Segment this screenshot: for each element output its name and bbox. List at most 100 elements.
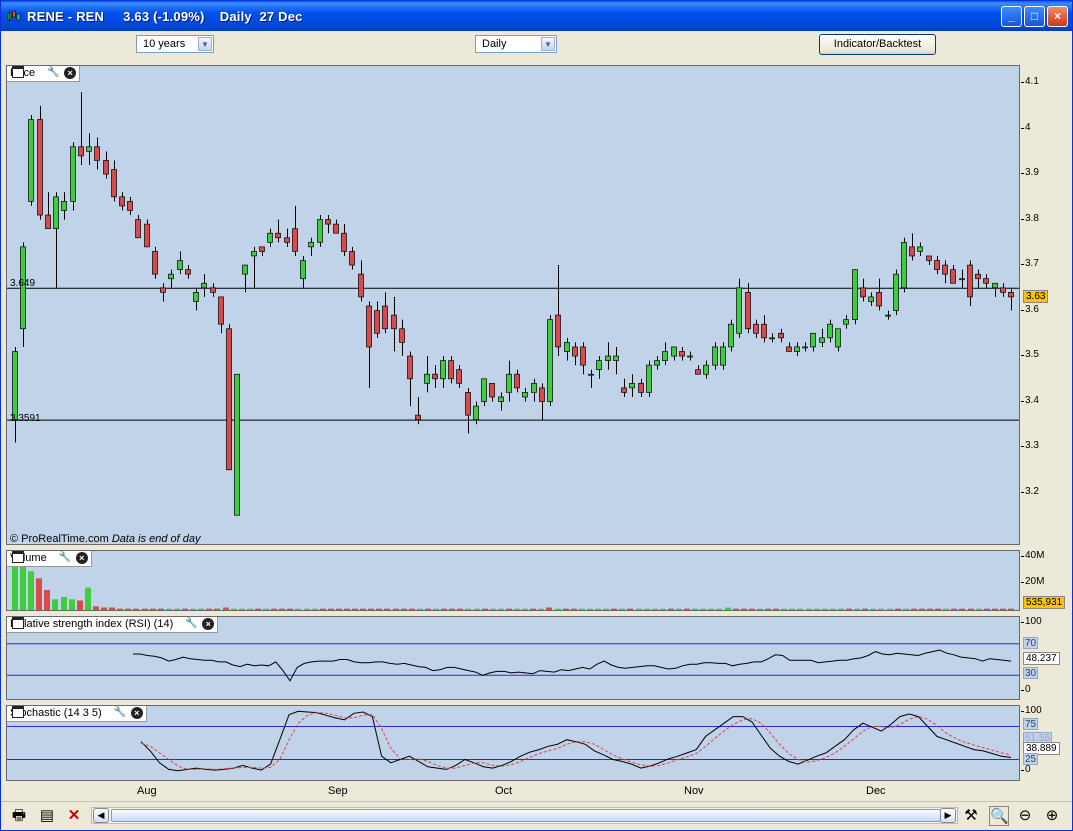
chevron-down-icon[interactable]: ▼ — [541, 37, 555, 51]
volume-bar — [951, 608, 957, 610]
volume-bar — [773, 608, 779, 610]
volume-pane[interactable]: Volume 🔧 × — [6, 550, 1020, 611]
scroll-right-button[interactable]: ▶ — [940, 808, 956, 823]
candle-body — [728, 323, 734, 348]
print-icon[interactable]: 🖶 — [9, 806, 29, 826]
zoom-icon[interactable]: 🔍 — [989, 806, 1009, 826]
close-icon[interactable]: × — [202, 618, 215, 630]
volume-bar — [352, 608, 358, 610]
candle-body — [588, 373, 594, 376]
candle-body — [424, 373, 430, 384]
volume-bar — [223, 607, 229, 610]
stochastic-pane[interactable]: Stochastic (14 3 5) 🔧 × — [6, 705, 1020, 781]
stochastic-tick: 100 — [1021, 705, 1042, 716]
minimize-button[interactable]: _ — [1001, 6, 1022, 27]
candle-body — [613, 355, 619, 361]
candle-body — [440, 360, 446, 380]
candle-body — [144, 223, 150, 248]
volume-bar — [684, 608, 690, 610]
horizontal-scrollbar[interactable]: ◀ ▶ — [91, 807, 958, 824]
volume-bar — [862, 608, 868, 610]
candle-body — [127, 201, 133, 211]
window-icon[interactable] — [12, 66, 24, 78]
volume-bar — [1008, 608, 1014, 610]
volume-bar — [968, 608, 974, 610]
interval-select[interactable]: Daily ▼ — [475, 35, 557, 53]
window-title: RENE - REN 3.63 (-1.09%) Daily 27 Dec — [27, 9, 303, 24]
window-icon[interactable] — [12, 706, 24, 718]
rsi-tick: 100 — [1021, 616, 1042, 627]
rsi-pane[interactable]: Relative strength index (RSI) (14) 🔧 × — [6, 616, 1020, 700]
candle-body — [687, 355, 693, 358]
scroll-thumb[interactable] — [111, 809, 941, 822]
volume-bar — [822, 608, 828, 610]
candle-body — [292, 228, 298, 252]
candle-body — [242, 264, 248, 275]
candle-body — [1008, 292, 1014, 298]
scroll-left-button[interactable]: ◀ — [93, 808, 109, 823]
candle-body — [778, 332, 784, 339]
candle-body — [909, 246, 915, 257]
candle-body — [555, 314, 561, 348]
volume-bar — [77, 600, 83, 610]
wrench-icon[interactable]: 🔧 — [59, 552, 71, 564]
wrench-icon[interactable]: 🔧 — [185, 618, 197, 630]
volume-bar — [903, 608, 909, 610]
close-icon[interactable]: × — [75, 552, 88, 564]
wrench-icon[interactable]: 🔧 — [114, 707, 126, 719]
volume-bar — [271, 608, 277, 610]
price-tick: 3.3 — [1021, 440, 1039, 452]
volume-bar — [150, 608, 156, 610]
maximize-button[interactable]: □ — [1024, 6, 1045, 27]
volume-bar — [619, 608, 625, 610]
zoom-in-icon[interactable]: ⊕ — [1042, 806, 1062, 826]
candle-body — [753, 323, 759, 334]
window-icon[interactable] — [12, 551, 24, 563]
volume-bar — [514, 608, 520, 610]
close-button[interactable]: × — [1047, 6, 1068, 27]
candle-body — [967, 264, 973, 298]
x-tick-dec: Dec — [866, 785, 886, 797]
window-icon[interactable] — [12, 617, 24, 629]
volume-bar — [935, 608, 941, 610]
price-pane-header: Price 🔧× — [7, 66, 81, 82]
volume-bar — [765, 608, 771, 610]
volume-bar — [401, 608, 407, 610]
candle-body — [456, 369, 462, 384]
volume-bar — [530, 608, 536, 610]
time-axis: Aug Sep Oct Nov Dec — [6, 783, 1020, 799]
rsi-last-value: 48.237 — [1023, 652, 1060, 665]
trend-tool-icon[interactable]: ⚒ — [961, 806, 981, 826]
volume-bar — [393, 608, 399, 610]
title-bar[interactable]: RENE - REN 3.63 (-1.09%) Daily 27 Dec _ … — [1, 1, 1072, 31]
price-pane[interactable]: Price 🔧× 3.649 3.3591 © ProRealTime.com … — [6, 65, 1020, 545]
volume-bar — [247, 608, 253, 610]
candle-body — [317, 219, 323, 243]
indicator-backtest-button[interactable]: Indicator/Backtest — [819, 34, 936, 55]
volume-bar — [457, 608, 463, 610]
save-icon[interactable]: ▤ — [37, 806, 57, 826]
wrench-icon[interactable]: 🔧 — [47, 67, 59, 79]
candle-body — [259, 246, 265, 252]
price-last-value: 3.63 — [1023, 289, 1049, 303]
candle-body — [621, 387, 627, 393]
chevron-down-icon[interactable]: ▼ — [198, 37, 212, 51]
period-select[interactable]: 10 years ▼ — [136, 35, 214, 53]
close-icon[interactable]: × — [64, 67, 77, 79]
delete-icon[interactable]: ✕ — [64, 806, 84, 826]
candle-body — [901, 241, 907, 289]
close-icon[interactable]: × — [130, 707, 143, 719]
candle-body — [275, 232, 281, 239]
candle-body — [638, 382, 644, 393]
volume-bar — [506, 608, 512, 610]
zoom-out-icon[interactable]: ⊖ — [1015, 806, 1035, 826]
volume-bar — [806, 608, 812, 610]
volume-bar — [490, 608, 496, 610]
candle-body — [152, 251, 158, 275]
candle-body — [679, 351, 685, 357]
volume-bar — [384, 608, 390, 610]
candle-body — [448, 360, 454, 380]
candle-body — [366, 305, 372, 348]
volume-chart — [12, 562, 1014, 610]
volume-bar — [52, 599, 58, 610]
